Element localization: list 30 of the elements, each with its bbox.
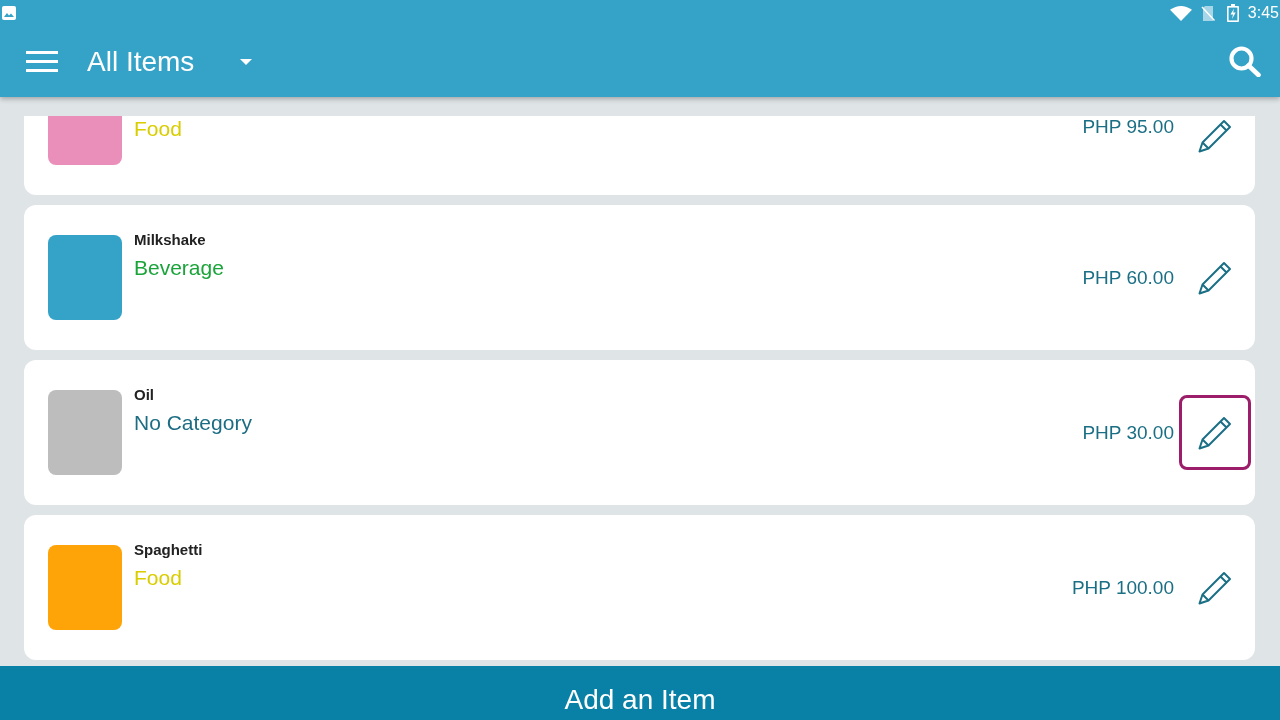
wifi-icon [1169,5,1192,21]
item-price: PHP 60.00 [1082,266,1174,289]
pencil-icon [1198,415,1232,450]
item-price: PHP 30.00 [1082,421,1174,444]
item-category: Food [134,565,182,591]
pencil-icon [1198,570,1232,605]
edit-button[interactable] [1179,395,1251,470]
search-icon [1229,46,1261,77]
menu-button[interactable] [26,51,58,72]
item-name: Spaghetti [134,541,203,559]
battery-charging-icon [1226,4,1239,22]
item-price: PHP 95.00 [1082,116,1174,138]
search-button[interactable] [1229,46,1261,77]
item-category: Food [134,116,182,142]
edit-button[interactable] [1198,260,1232,295]
view-dropdown[interactable]: All Items [87,44,253,79]
menu-icon [26,51,58,72]
item-price: PHP 100.00 [1071,576,1174,599]
sim-off-icon [1200,5,1215,21]
item-category: Beverage [134,255,224,281]
item-category: No Category [134,410,252,436]
pencil-icon [1198,119,1232,153]
edit-button[interactable] [1198,570,1232,605]
pencil-icon [1198,260,1232,295]
add-item-button[interactable]: Add an Item [0,666,1280,720]
edit-button[interactable] [1198,119,1232,153]
status-time: 3:45 [1247,3,1279,23]
caret-icon [240,58,253,65]
item-name: Milkshake [134,231,206,249]
item-name: Oil [134,386,154,404]
